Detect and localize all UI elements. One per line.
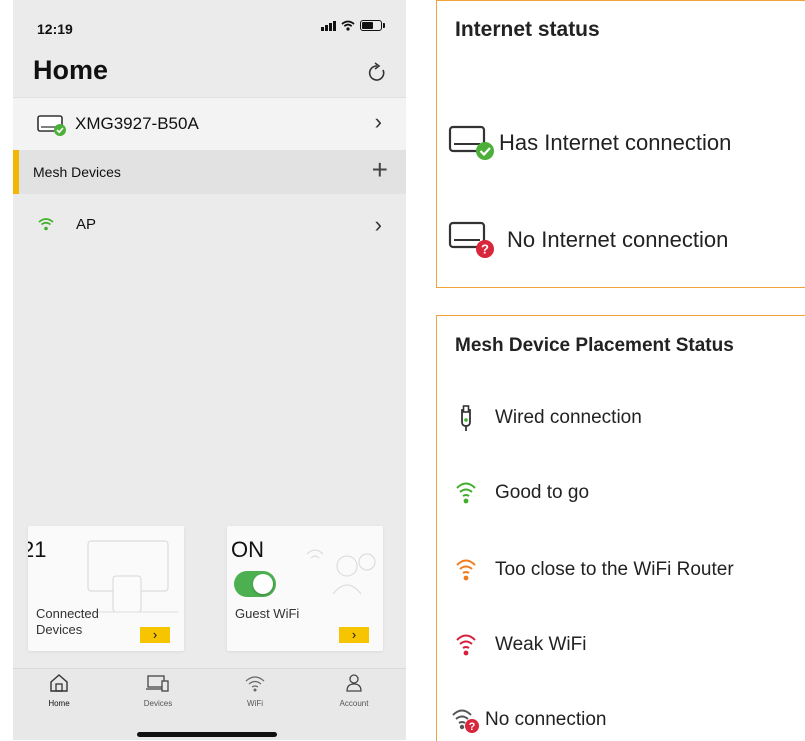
internet-status-title: Internet status bbox=[455, 18, 600, 41]
legend-label: Too close to the WiFi Router bbox=[495, 559, 734, 580]
add-mesh-device-button[interactable]: + bbox=[372, 156, 388, 184]
tab-devices-label: Devices bbox=[143, 699, 173, 708]
legend-label: Wired connection bbox=[495, 407, 642, 428]
toggle-knob bbox=[253, 574, 273, 594]
ethernet-icon bbox=[461, 405, 471, 431]
svg-text:?: ? bbox=[481, 242, 489, 257]
legend-label: No Internet connection bbox=[507, 227, 729, 252]
router-connected-icon bbox=[37, 115, 66, 136]
open-connected-devices-button[interactable]: › bbox=[140, 627, 170, 643]
guest-wifi-card[interactable]: ON Guest WiFi › bbox=[227, 526, 383, 651]
status-icons bbox=[321, 20, 385, 31]
guest-wifi-state: ON bbox=[231, 537, 264, 562]
people-illustration-icon bbox=[306, 549, 376, 595]
connected-devices-count: 21 bbox=[28, 537, 47, 562]
guest-wifi-label: Guest WiFi bbox=[235, 606, 300, 621]
internet-status-legend: Internet status Has Internet connection … bbox=[436, 0, 805, 288]
legend-item-no-connection: ? No connection bbox=[447, 706, 606, 734]
tab-bar: Home Devices WiFi Account bbox=[13, 668, 406, 740]
router-row[interactable]: XMG3927-B50A › bbox=[13, 97, 406, 151]
mesh-device-name: AP bbox=[76, 216, 97, 233]
connected-devices-label: Connected Devices bbox=[36, 606, 99, 637]
mesh-placement-legend: Mesh Device Placement Status Wired conne… bbox=[436, 315, 805, 741]
wifi-no-connection-icon: ? bbox=[452, 709, 479, 733]
router-connected-icon bbox=[448, 125, 494, 160]
tab-home[interactable]: Home bbox=[19, 673, 99, 708]
svg-text:?: ? bbox=[469, 721, 476, 733]
router-name: XMG3927-B50A bbox=[75, 114, 199, 133]
wifi-green-icon bbox=[456, 482, 476, 504]
cellular-signal-icon bbox=[321, 20, 336, 31]
guest-wifi-toggle[interactable] bbox=[234, 571, 276, 597]
tab-account-label: Account bbox=[339, 699, 369, 708]
wifi-green-icon bbox=[38, 218, 54, 231]
home-icon bbox=[50, 674, 68, 692]
page-title: Home bbox=[33, 55, 109, 85]
refresh-icon[interactable] bbox=[366, 62, 388, 84]
legend-label: Has Internet connection bbox=[499, 130, 732, 155]
legend-item-has-internet: Has Internet connection bbox=[447, 124, 731, 162]
wifi-status-icon bbox=[341, 20, 355, 31]
legend-item-weak: Weak WiFi bbox=[447, 632, 586, 658]
mesh-devices-header: Mesh Devices + bbox=[13, 150, 406, 194]
legend-item-too-close: Too close to the WiFi Router bbox=[447, 557, 734, 583]
open-guest-wifi-button[interactable]: › bbox=[339, 627, 369, 643]
wifi-red-icon bbox=[456, 634, 476, 656]
router-disconnected-icon: ? bbox=[448, 221, 494, 258]
phone-screen: 12:19 Home XMG3927-B50A › Mesh Devices +… bbox=[13, 0, 406, 740]
connected-devices-card[interactable]: 21 Connected Devices › bbox=[28, 526, 184, 651]
legend-label: Good to go bbox=[495, 482, 590, 503]
chevron-right-icon: › bbox=[374, 212, 382, 237]
tab-wifi[interactable]: WiFi bbox=[215, 673, 295, 708]
chevron-right-icon: › bbox=[374, 109, 382, 134]
devices-icon bbox=[146, 675, 169, 692]
wifi-icon bbox=[245, 676, 265, 692]
status-time: 12:19 bbox=[37, 21, 73, 37]
mesh-status-title: Mesh Device Placement Status bbox=[455, 335, 734, 356]
section-accent-bar bbox=[13, 150, 19, 194]
legend-item-good: Good to go bbox=[447, 480, 589, 506]
tab-home-label: Home bbox=[48, 699, 70, 708]
legend-item-no-internet: ? No Internet connection bbox=[447, 220, 728, 260]
mesh-devices-label: Mesh Devices bbox=[33, 164, 121, 180]
tab-devices[interactable]: Devices bbox=[118, 673, 198, 708]
home-indicator bbox=[137, 732, 277, 737]
status-bar: 12:19 bbox=[13, 0, 406, 50]
tab-account[interactable]: Account bbox=[314, 673, 394, 708]
devices-illustration-icon bbox=[68, 540, 178, 613]
account-icon bbox=[346, 674, 362, 692]
legend-label: No connection bbox=[485, 709, 607, 730]
wifi-orange-icon bbox=[456, 559, 476, 581]
mesh-device-row[interactable]: AP › bbox=[13, 196, 406, 248]
legend-item-wired: Wired connection bbox=[447, 404, 642, 432]
tab-wifi-label: WiFi bbox=[247, 699, 263, 708]
battery-icon bbox=[360, 20, 385, 31]
legend-label: Weak WiFi bbox=[495, 634, 587, 655]
